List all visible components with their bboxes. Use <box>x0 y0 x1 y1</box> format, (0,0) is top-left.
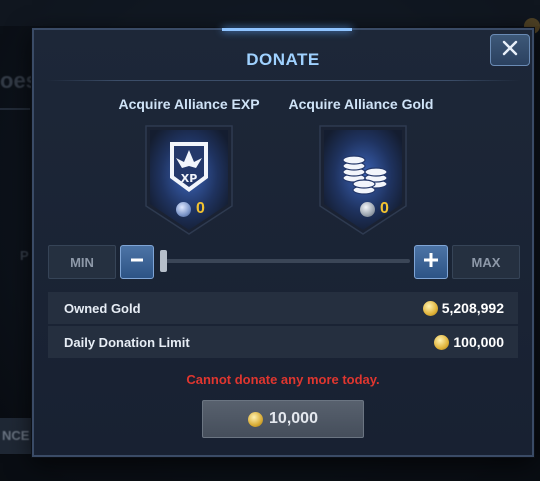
daily-limit-value: 100,000 <box>453 334 504 350</box>
exp-count-value: 0 <box>196 200 205 217</box>
owned-gold-value-group: 5,208,992 <box>422 300 504 316</box>
option-gold-title: Acquire Alliance Gold <box>288 96 434 112</box>
gold-coins-stack-icon <box>319 125 407 235</box>
max-button[interactable]: MAX <box>452 245 520 279</box>
owned-gold-row: Owned Gold 5,208,992 <box>48 292 518 324</box>
donate-button[interactable]: 10,000 <box>202 400 364 438</box>
decrease-button[interactable] <box>120 245 154 279</box>
alliance-exp-shield-icon: XP <box>145 125 233 235</box>
daily-limit-value-group: 100,000 <box>434 334 504 350</box>
close-button[interactable] <box>490 34 530 66</box>
daily-limit-label: Daily Donation Limit <box>64 334 190 350</box>
option-exp-card[interactable]: XP <box>140 120 238 238</box>
plus-icon <box>423 252 439 273</box>
gold-coin-icon <box>248 411 264 427</box>
option-exp-count: 0 <box>176 200 205 218</box>
background-panel-top <box>0 0 540 26</box>
donate-dialog: DONATE Acquire Alliance EXP XP 0 Acquire… <box>32 28 534 457</box>
option-gold-count: 0 <box>360 200 389 218</box>
close-icon <box>502 40 518 61</box>
background-bottom-strip <box>0 455 540 481</box>
silver-coin-icon <box>360 201 375 217</box>
slider-thumb[interactable] <box>160 250 167 272</box>
daily-limit-row: Daily Donation Limit 100,000 <box>48 326 518 358</box>
donate-amount: 10,000 <box>269 410 318 427</box>
option-gold-card[interactable] <box>314 120 412 238</box>
background-text-p: P <box>20 248 29 263</box>
option-exp-title: Acquire Alliance EXP <box>118 96 260 112</box>
dialog-top-glow <box>222 28 352 31</box>
owned-gold-label: Owned Gold <box>64 300 141 316</box>
donation-warning-text: Cannot donate any more today. <box>186 372 380 387</box>
title-divider <box>46 80 520 81</box>
amount-slider-row: MIN MAX <box>48 245 520 279</box>
slider-track[interactable] <box>160 259 410 263</box>
gold-count-value: 0 <box>380 200 389 217</box>
background-divider-left <box>0 108 30 110</box>
owned-gold-value: 5,208,992 <box>441 300 504 316</box>
minus-icon <box>130 253 144 272</box>
gold-coin-icon <box>434 334 450 350</box>
svg-text:XP: XP <box>181 172 198 185</box>
crystal-icon <box>176 201 191 217</box>
min-button[interactable]: MIN <box>48 245 116 279</box>
dialog-title: DONATE <box>246 50 320 69</box>
increase-button[interactable] <box>414 245 448 279</box>
donation-info-table: Owned Gold 5,208,992 Daily Donation Limi… <box>48 292 518 360</box>
gold-coin-icon <box>422 300 438 316</box>
